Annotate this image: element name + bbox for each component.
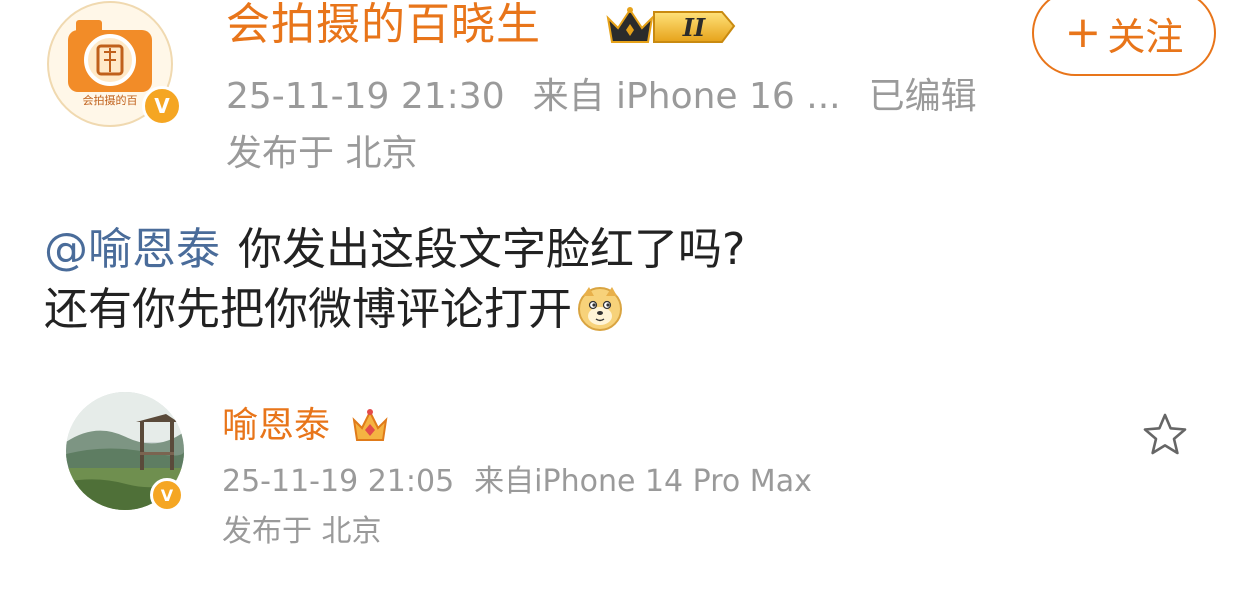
post-meta: 25-11-19 21:30 来自 iPhone 16 ... 已编辑 [226,74,977,120]
star-outline-icon[interactable] [1140,410,1190,460]
post-text: @喻恩泰 你发出这段文字脸红了吗? 还有你先把你微博评论打开 [44,220,1224,340]
plus-icon: + [1064,7,1102,58]
post-line-1: @喻恩泰 你发出这段文字脸红了吗? [44,220,1224,280]
quoted-author-avatar[interactable]: V [66,392,186,512]
quoted-meta: 25-11-19 21:05 来自iPhone 14 Pro Max [222,462,812,502]
doge-emoji [578,287,622,331]
edited-label[interactable]: 已编辑 [869,76,977,117]
verified-badge: V [142,86,182,126]
quoted-author-name[interactable]: 喻恩泰 [222,404,330,448]
quoted-source[interactable]: 来自iPhone 14 Pro Max [474,464,812,499]
post-line-2-text: 还有你先把你微博评论打开 [44,284,572,335]
post-line-1-text: 你发出这段文字脸红了吗? [238,224,746,275]
quoted-verified-badge: V [150,478,184,512]
author-avatar[interactable]: 会拍摄的百 V [46,0,182,128]
avatar-logo-text: 会拍摄的百 [83,93,138,107]
quoted-timestamp: 25-11-19 21:05 [222,464,455,499]
crown-level-icon: II [606,7,736,43]
weibo-post-screen: 会拍摄的百 V 会拍摄的百晓生 II 25-11-19 21:30 来自 iPho… [0,0,1260,595]
level-text: II [682,13,706,42]
post-location: 发布于 北京 [226,133,418,174]
mention-link[interactable]: @喻恩泰 [44,224,220,275]
post-timestamp: 25-11-19 21:30 [226,76,505,117]
follow-button[interactable]: + 关注 [1032,0,1216,76]
follow-label: 关注 [1107,14,1184,59]
quoted-location: 发布于 北京 [222,514,382,549]
post-source[interactable]: 来自 iPhone 16 ... [533,76,841,117]
post-line-2: 还有你先把你微博评论打开 [44,280,1224,340]
author-name[interactable]: 会拍摄的百晓生 [226,0,541,50]
crown-icon [352,409,388,441]
